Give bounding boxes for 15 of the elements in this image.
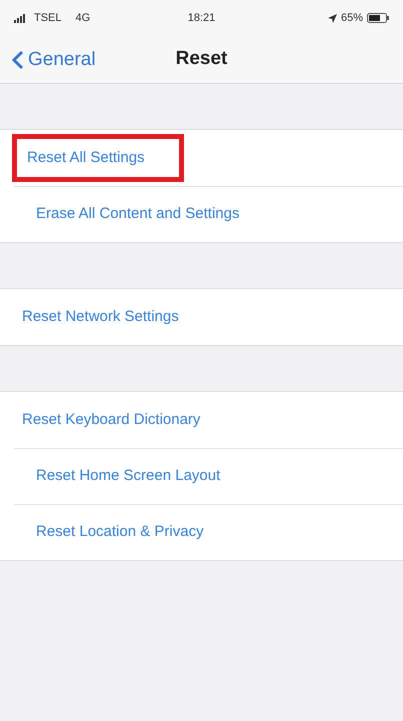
reset-option[interactable]: Reset Home Screen Layout bbox=[26, 452, 230, 500]
chevron-left-icon bbox=[12, 50, 24, 70]
reset-option[interactable]: Reset All Settings bbox=[12, 134, 184, 182]
battery-percent: 65% bbox=[340, 10, 363, 26]
reset-option[interactable]: Reset Location & Privacy bbox=[26, 508, 214, 556]
signal-icon bbox=[14, 14, 28, 22]
back-button[interactable]: General bbox=[12, 46, 96, 74]
reset-option[interactable]: Reset Keyboard Dictionary bbox=[12, 396, 210, 444]
battery-icon bbox=[367, 13, 389, 23]
carrier-name: TSEL bbox=[34, 10, 62, 26]
location-icon bbox=[328, 14, 337, 22]
reset-option[interactable]: Erase All Content and Settings bbox=[26, 190, 250, 238]
network-type: 4G bbox=[76, 10, 90, 26]
status-time: 18:21 bbox=[188, 10, 216, 26]
nav-title: Reset bbox=[176, 47, 228, 72]
